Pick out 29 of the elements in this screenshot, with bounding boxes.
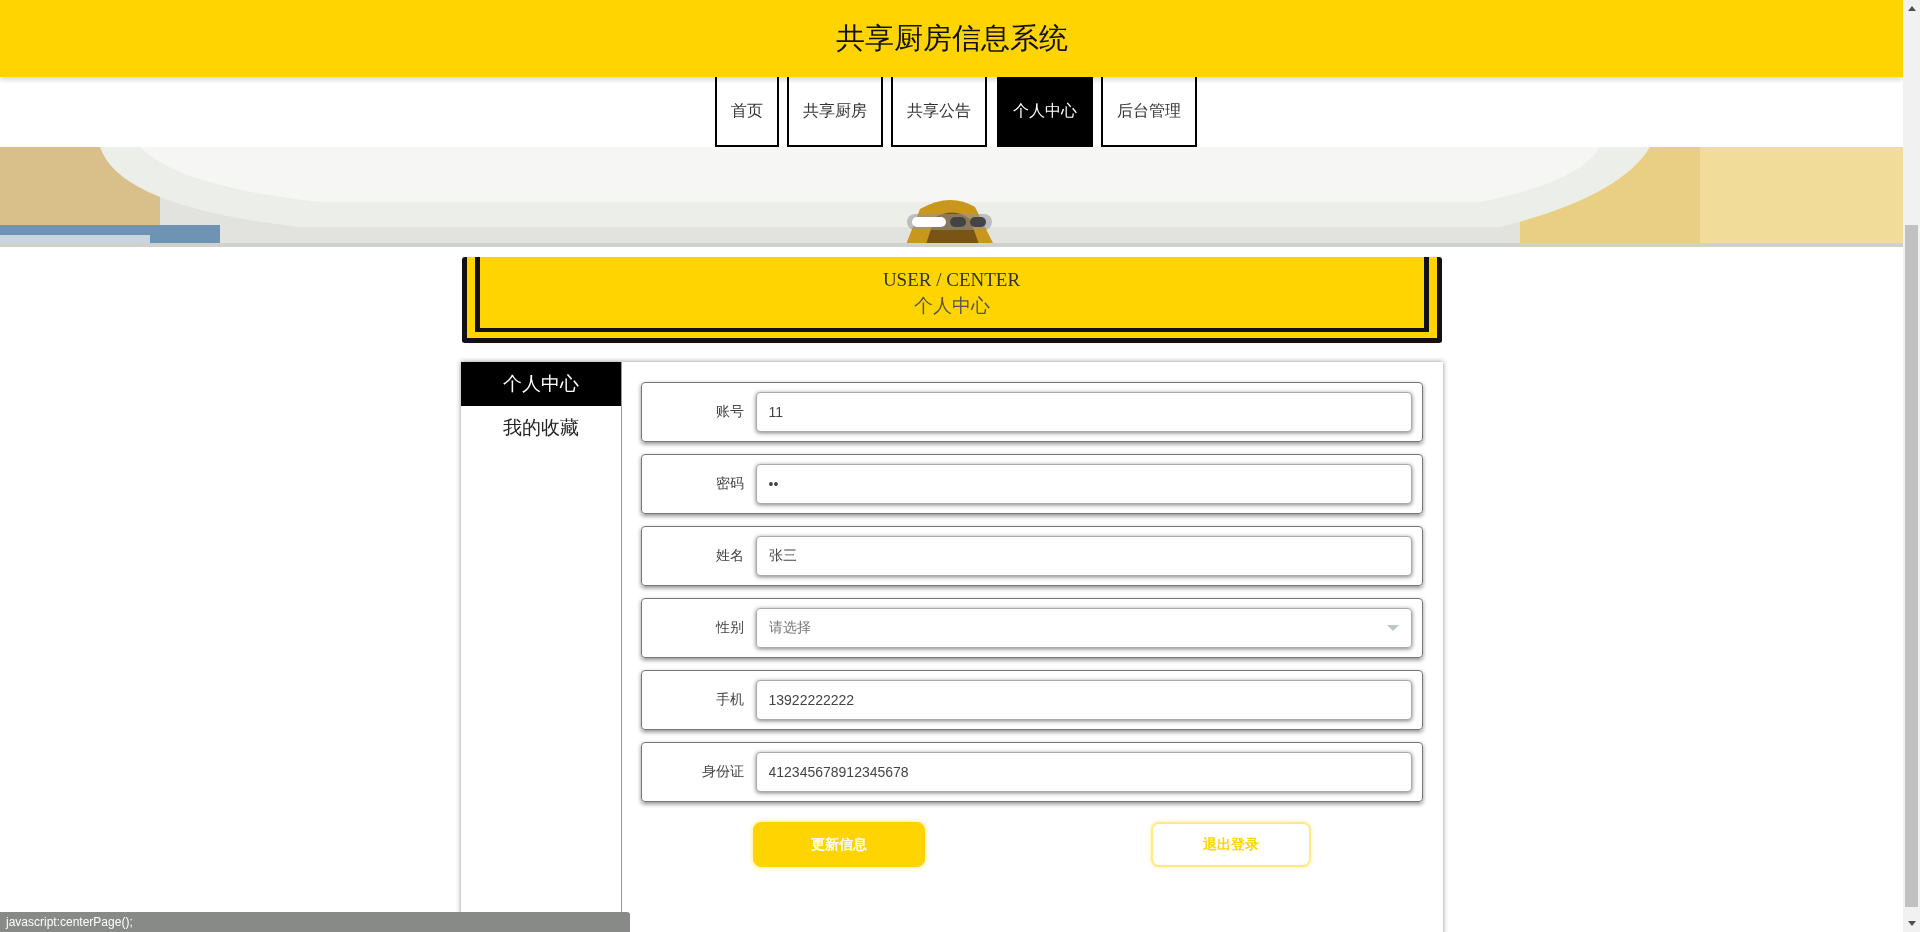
input-field[interactable]: 13922222222 bbox=[755, 680, 1412, 720]
nav-tab[interactable]: 个人中心 bbox=[996, 77, 1093, 147]
up-arrow-icon[interactable] bbox=[1907, 6, 1916, 11]
field-label: 性别 bbox=[714, 619, 745, 637]
site-title: 共享厨房信息系统 bbox=[835, 20, 1068, 56]
nav-tab[interactable]: 后台管理 bbox=[1100, 77, 1197, 147]
section-title-english: USER / CENTER bbox=[882, 269, 1021, 291]
status-bar-url: javascript:centerPage(); bbox=[0, 912, 630, 932]
field-label: 密码 bbox=[714, 475, 745, 493]
scrollbar-thumb[interactable] bbox=[1905, 225, 1918, 907]
scrollbar[interactable] bbox=[1903, 0, 1920, 932]
input-field[interactable]: 412345678912345678 bbox=[755, 752, 1412, 792]
field-label: 姓名 bbox=[714, 547, 745, 565]
sidebar-item[interactable]: 我的收藏 bbox=[460, 406, 621, 450]
nav-tab[interactable]: 首页 bbox=[714, 77, 779, 147]
down-arrow-icon[interactable] bbox=[1907, 921, 1916, 926]
input-field[interactable]: •• bbox=[755, 464, 1412, 504]
nav-tab[interactable]: 共享公告 bbox=[890, 77, 987, 147]
input-field[interactable]: 11 bbox=[755, 392, 1412, 432]
gender-select[interactable]: 请选择 bbox=[755, 608, 1412, 648]
caret-icon bbox=[1386, 625, 1399, 631]
field-label: 手机 bbox=[714, 691, 745, 709]
nav-tab[interactable]: 共享厨房 bbox=[786, 77, 883, 147]
sidebar-item[interactable]: 个人中心 bbox=[460, 362, 621, 406]
section-title-chinese: 个人中心 bbox=[913, 294, 990, 318]
select-placeholder: 请选择 bbox=[768, 619, 811, 637]
field-label: 账号 bbox=[714, 403, 745, 421]
field-label: 身份证 bbox=[700, 763, 745, 781]
input-field[interactable]: 张三 bbox=[755, 536, 1412, 576]
